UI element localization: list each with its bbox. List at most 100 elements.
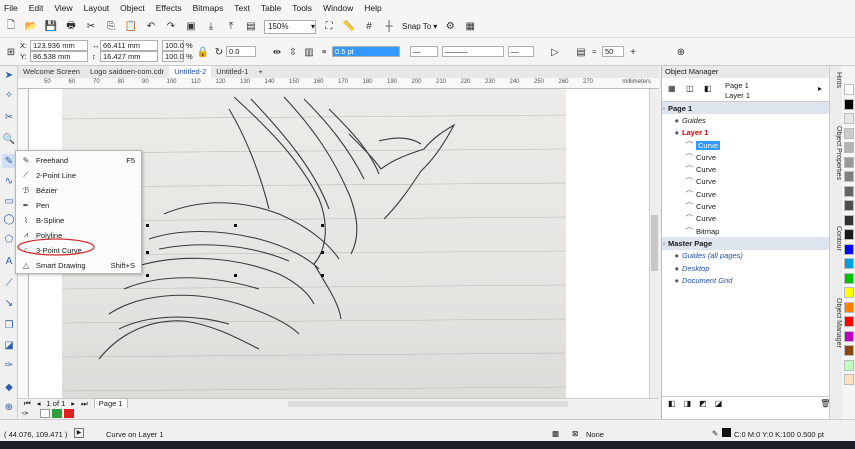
bird-curves[interactable]	[98, 96, 456, 360]
menu-effects[interactable]: Effects	[156, 3, 182, 13]
docker-tab[interactable]: Object Manager	[831, 298, 842, 348]
show-rulers-icon[interactable]: 📏	[342, 20, 356, 34]
view-options-icon[interactable]: ▦	[668, 84, 676, 93]
smoothing-field[interactable]: 50	[602, 46, 624, 57]
docker-tab[interactable]: Contour	[831, 226, 842, 251]
search-content-icon[interactable]: ▣	[184, 20, 198, 34]
next-page-icon[interactable]: ▸	[71, 399, 75, 408]
menu-text[interactable]: Text	[234, 3, 250, 13]
pick-tool-icon[interactable]: ➤	[2, 68, 16, 82]
flyout-item-2-point-line[interactable]: ⟋ 2-Point Line	[16, 169, 141, 182]
first-page-icon[interactable]: ⏮	[24, 399, 31, 409]
paste-icon[interactable]: 📋	[124, 20, 138, 34]
interactive-fill-icon[interactable]: ◆	[2, 380, 16, 394]
options-icon[interactable]: ⚙	[443, 20, 457, 34]
document-tab[interactable]: Welcome Screen	[18, 66, 85, 78]
new-master-odd-icon[interactable]: ◪	[715, 399, 723, 408]
scale-x-field[interactable]: 100.0	[162, 40, 184, 51]
selection-handle[interactable]	[321, 251, 324, 254]
selection-handle[interactable]	[234, 274, 237, 277]
wrap-text-icon[interactable]: ▥	[302, 45, 316, 59]
snap-to-dropdown[interactable]: Snap To ▾	[402, 22, 437, 31]
color-swatch[interactable]	[844, 287, 854, 298]
flyout-item-b-spline[interactable]: ⌇ B-Spline	[16, 214, 141, 227]
color-swatch[interactable]	[844, 243, 854, 255]
rotation-field[interactable]: 0.0	[226, 46, 256, 57]
print-icon[interactable]: 🖶	[64, 20, 78, 34]
ellipse-tool-icon[interactable]: ◯	[2, 212, 16, 226]
new-master-layer-icon[interactable]: ◨	[684, 399, 692, 408]
menu-table[interactable]: Table	[261, 3, 281, 13]
artistic-media-icon[interactable]: ∿	[2, 174, 16, 188]
open-icon[interactable]: 📂	[24, 20, 38, 34]
add-preset-icon[interactable]: ⊕	[674, 45, 688, 59]
connector-tool-icon[interactable]: ↘	[2, 296, 16, 310]
menu-help[interactable]: Help	[364, 3, 381, 13]
flyout-item-b-zier[interactable]: ℬ Bézier	[16, 184, 141, 197]
menu-object[interactable]: Object	[120, 3, 145, 13]
document-tab[interactable]: Logo saidoen-com.cdr	[85, 66, 169, 78]
play-icon[interactable]: ▶	[74, 428, 84, 438]
import-icon[interactable]: ⤓	[204, 20, 218, 34]
application-launcher-icon[interactable]: ▦	[463, 20, 477, 34]
document-tab[interactable]: Untitled-2	[169, 66, 212, 78]
selection-handle[interactable]	[321, 274, 324, 277]
object-tree-item[interactable]: ● Layer 1	[662, 127, 830, 139]
color-swatch[interactable]	[844, 171, 854, 182]
export-icon[interactable]: ⤒	[224, 20, 238, 34]
menu-file[interactable]: File	[4, 3, 18, 13]
start-arrowhead-select[interactable]: —	[410, 46, 438, 57]
red-swatch[interactable]	[64, 409, 74, 418]
menu-bitmaps[interactable]: Bitmaps	[193, 3, 224, 13]
height-field[interactable]: 16.427 mm	[100, 51, 158, 62]
freehand-tool-icon[interactable]: ✎	[2, 154, 16, 168]
parallel-dimension-icon[interactable]: ⟋	[2, 276, 16, 290]
width-field[interactable]: 66.411 mm	[100, 40, 158, 51]
add-tool-icon[interactable]: ⊕	[2, 400, 16, 414]
close-curve-icon[interactable]: ▷	[548, 45, 562, 59]
flyout-item-3-point-curve[interactable]: ◜ 3-Point Curve	[16, 244, 141, 257]
save-icon[interactable]: 💾	[44, 20, 58, 34]
color-swatch[interactable]	[844, 330, 854, 342]
new-layer-icon[interactable]: ◧	[668, 399, 676, 408]
drop-shadow-icon[interactable]: ❒	[2, 318, 16, 332]
selection-handle[interactable]	[321, 224, 324, 227]
plus-icon[interactable]: +	[626, 45, 640, 59]
cut-icon[interactable]: ✂	[84, 20, 98, 34]
chevron-right-icon[interactable]: ▸	[818, 84, 822, 93]
object-tree-item[interactable]: ⌒ Curve	[662, 176, 830, 188]
eyedropper-icon[interactable]: ✑	[2, 358, 16, 372]
add-tab-icon[interactable]: +	[253, 66, 267, 78]
selection-handle[interactable]	[234, 224, 237, 227]
text-wrap-icon[interactable]: ▤	[574, 45, 588, 59]
color-swatch[interactable]	[844, 374, 854, 385]
color-swatch[interactable]	[844, 98, 854, 110]
color-swatch[interactable]	[844, 272, 854, 284]
text-tool-icon[interactable]: A	[2, 254, 16, 268]
redo-icon[interactable]: ↷	[164, 20, 178, 34]
color-swatch[interactable]	[844, 345, 854, 356]
flyout-item-pen[interactable]: ✒ Pen	[16, 199, 141, 212]
menu-edit[interactable]: Edit	[29, 3, 44, 13]
prev-page-icon[interactable]: ◂	[37, 399, 41, 408]
object-tree-item[interactable]: ▫ Master Page	[662, 237, 830, 250]
color-swatch[interactable]	[844, 113, 854, 124]
object-tree-item[interactable]: ● Desktop	[662, 262, 830, 274]
object-tree-item[interactable]: ⌒ Curve	[662, 164, 830, 176]
selection-handle[interactable]	[146, 224, 149, 227]
color-swatch[interactable]	[844, 156, 854, 168]
object-tree-item[interactable]: ● Document Grid	[662, 274, 830, 286]
new-master-all-icon[interactable]: ◩	[699, 399, 707, 408]
horizontal-scrollbar[interactable]	[287, 400, 568, 407]
object-tree-item[interactable]: ⌒ Curve	[662, 200, 830, 212]
menu-window[interactable]: Window	[323, 3, 353, 13]
mirror-vertical-icon[interactable]: ⇳	[286, 45, 300, 59]
copy-icon[interactable]: ⎘	[104, 20, 118, 34]
scale-y-field[interactable]: 100.0	[162, 51, 184, 62]
flyout-item-polyline[interactable]: ⩘ Polyline	[16, 229, 141, 242]
outline-width-field[interactable]: 0.5 pt	[332, 46, 400, 57]
color-swatch[interactable]	[844, 84, 854, 95]
show-guidelines-icon[interactable]: ┼	[382, 20, 396, 34]
zoom-tool-icon[interactable]: 🔍	[2, 132, 16, 146]
object-tree-item[interactable]: ⌒ Curve	[662, 139, 830, 151]
